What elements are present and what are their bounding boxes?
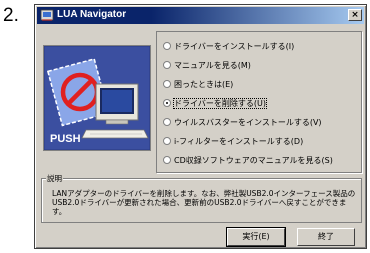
option-install-virusbuster[interactable]: ウイルスバスターをインストールする(V) (163, 116, 322, 129)
title-bar[interactable]: LUA Navigator × (37, 7, 364, 24)
radio-button-selected[interactable] (163, 99, 171, 107)
radio-button[interactable] (163, 42, 171, 50)
option-label: ドライバーをインストールする(I) (174, 42, 295, 51)
push-illustration: PUSH (43, 45, 151, 151)
description-group: 説明 LANアダプターのドライバーを削除します。なお、弊社製USB2.0インター… (41, 173, 362, 223)
window-title: LUA Navigator (57, 9, 127, 20)
radio-button[interactable] (163, 80, 171, 88)
lua-navigator-window: LUA Navigator × PUSH ドライバーをインストールする(I) マ… (34, 4, 367, 249)
close-button[interactable]: × (348, 9, 362, 21)
push-label: PUSH (50, 133, 81, 145)
option-uninstall-driver[interactable]: ドライバーを削除する(U) (163, 97, 267, 110)
option-troubleshooting[interactable]: 困ったときは(E) (163, 78, 233, 91)
option-install-ifilter[interactable]: i-フィルターをインストールする(D) (163, 135, 303, 148)
radio-button[interactable] (163, 61, 171, 69)
option-view-manual[interactable]: マニュアルを見る(M) (163, 59, 251, 72)
close-icon: × (351, 10, 359, 20)
option-label: ウイルスバスターをインストールする(V) (174, 118, 322, 127)
option-install-driver[interactable]: ドライバーをインストールする(I) (163, 40, 294, 53)
description-legend: 説明 (46, 173, 63, 184)
option-label: i-フィルターをインストールする(D) (174, 137, 304, 146)
description-text: LANアダプターのドライバーを削除します。なお、弊社製USB2.0インターフェー… (52, 189, 356, 216)
option-cd-software-manual[interactable]: CD収録ソフトウェアのマニュアルを見る(S) (163, 154, 333, 167)
option-label: ドライバーを削除する(U) (173, 98, 267, 109)
exit-button[interactable]: 終了 (297, 228, 355, 246)
execute-button[interactable]: 実行(E) (226, 227, 286, 247)
option-group: ドライバーをインストールする(I) マニュアルを見る(M) 困ったときは(E) … (156, 31, 362, 173)
option-label: 困ったときは(E) (174, 80, 234, 89)
app-icon (40, 9, 54, 21)
illustration-graphic: PUSH (43, 45, 151, 151)
option-label: CD収録ソフトウェアのマニュアルを見る(S) (174, 156, 333, 165)
radio-button[interactable] (163, 156, 171, 164)
radio-button[interactable] (163, 118, 171, 126)
step-number: 2. (3, 5, 19, 26)
radio-button[interactable] (163, 137, 171, 145)
option-label: マニュアルを見る(M) (174, 61, 251, 70)
